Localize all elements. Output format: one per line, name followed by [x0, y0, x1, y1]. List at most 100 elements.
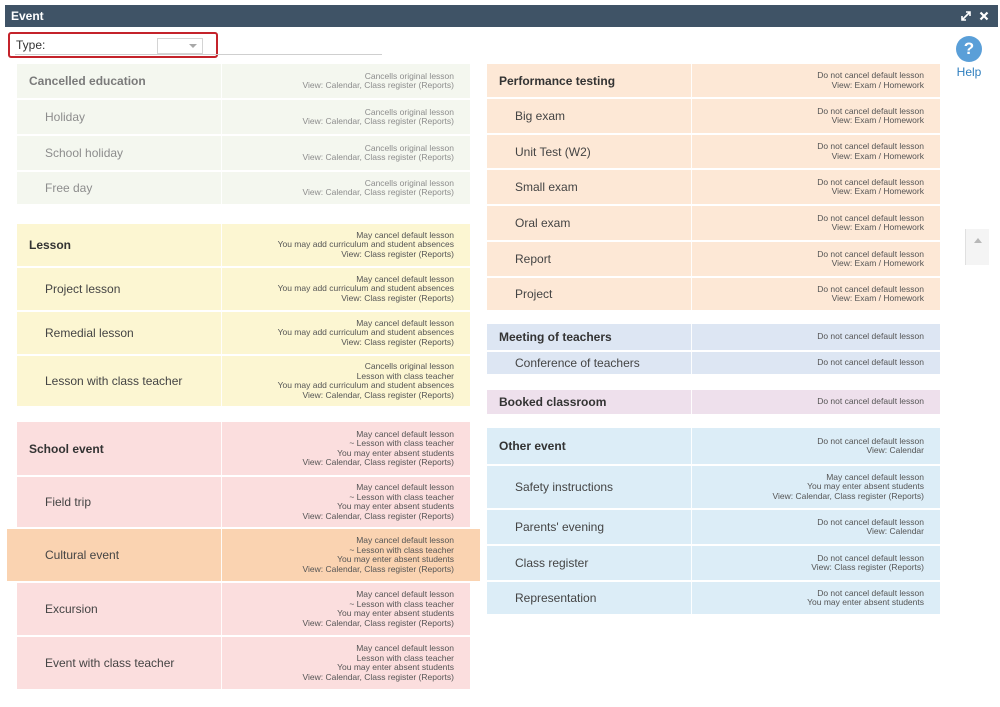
event-type-description: Do not cancel default lesson View: Exam /…: [691, 99, 940, 133]
description-line: View: Class register (Reports): [341, 248, 454, 259]
event-type-description: Cancells original lesson Lesson with clas…: [221, 356, 470, 406]
event-type-safety-instructions[interactable]: Safety instructions May cancel default le…: [487, 466, 940, 510]
event-type-description: Do not cancel default lesson: [691, 352, 940, 374]
description-line: View: Calendar, Class register (Reports): [302, 617, 455, 628]
event-type-label: Meeting of teachers: [499, 330, 612, 344]
event-type-description: Do not cancel default lesson View: Exam /…: [691, 278, 940, 310]
event-type-label: Booked classroom: [499, 395, 607, 409]
event-type-label: Other event: [499, 439, 566, 453]
description-line: View: Calendar: [866, 526, 925, 536]
event-type-label: Holiday: [45, 110, 86, 124]
event-type-label: Excursion: [45, 602, 98, 616]
description-line: View: Class register (Reports): [341, 336, 454, 347]
help-icon: ?: [956, 36, 982, 62]
event-type-description: Do not cancel default lesson View: Exam /…: [691, 206, 940, 240]
event-type-conference-of-teachers[interactable]: Conference of teachers Do not cancel defa…: [487, 352, 940, 376]
event-type-other-event[interactable]: Other event Do not cancel default lesson V…: [487, 428, 940, 466]
event-type-free-day[interactable]: Free day Cancells original lesson View: Ca…: [17, 172, 470, 206]
scroll-up-icon: [974, 238, 982, 243]
event-type-school-holiday[interactable]: School holiday Cancells original lesson Vi…: [17, 136, 470, 172]
event-group-other-event: Other event Do not cancel default lesson V…: [487, 428, 940, 616]
event-type-description: May cancel default lesson ~ Lesson with c…: [221, 583, 470, 635]
event-type-small-exam[interactable]: Small exam Do not cancel default lesson Vi…: [487, 170, 940, 206]
close-icon[interactable]: [976, 8, 992, 24]
event-type-lesson-with-class-teacher[interactable]: Lesson with class teacher Cancells origin…: [17, 356, 470, 408]
event-type-description: Cancells original lesson View: Calendar, …: [221, 172, 470, 204]
event-type-label: School holiday: [45, 146, 124, 160]
event-group-booked-classroom: Booked classroom Do not cancel default le…: [487, 390, 940, 416]
event-type-description: Do not cancel default lesson: [691, 324, 940, 350]
event-type-label: Remedial lesson: [45, 326, 134, 340]
description-line: View: Calendar, Class register (Reports): [302, 80, 455, 90]
description-line: View: Class register (Reports): [811, 562, 924, 572]
event-type-report[interactable]: Report Do not cancel default lesson View: …: [487, 242, 940, 278]
event-type-performance-testing[interactable]: Performance testing Do not cancel default…: [487, 64, 940, 99]
event-type-label: Representation: [515, 591, 597, 605]
event-type-school-event[interactable]: School event May cancel default lesson ~ L…: [17, 422, 470, 477]
event-type-project[interactable]: Project Do not cancel default lesson View:…: [487, 278, 940, 312]
event-type-label: Free day: [45, 181, 93, 195]
event-type-description: May cancel default lesson You may add cur…: [221, 268, 470, 310]
event-group-lesson: Lesson May cancel default lesson You may a…: [17, 224, 470, 408]
right-event-column: Performance testing Do not cancel default…: [487, 64, 940, 616]
event-type-description: Do not cancel default lesson View: Calend…: [691, 510, 940, 544]
chevron-down-icon: [189, 44, 197, 48]
event-type-description: Cancells original lesson View: Calendar, …: [221, 64, 470, 98]
event-type-label: Small exam: [515, 180, 578, 194]
event-type-meeting-of-teachers[interactable]: Meeting of teachers Do not cancel default…: [487, 324, 940, 352]
event-type-label: Class register: [515, 556, 589, 570]
event-type-event-with-class-teacher[interactable]: Event with class teacher May cancel defau…: [17, 637, 470, 691]
event-type-label: Big exam: [515, 109, 566, 123]
event-type-description: Do not cancel default lesson: [691, 390, 940, 414]
event-type-description: May cancel default lesson You may add cur…: [221, 312, 470, 354]
description-line: View: Calendar, Class register (Reports): [302, 187, 455, 197]
event-type-remedial-lesson[interactable]: Remedial lesson May cancel default lesson…: [17, 312, 470, 356]
description-line: View: Exam / Homework: [831, 222, 924, 232]
event-type-label: Safety instructions: [515, 480, 614, 494]
description-line: View: Calendar, Class register (Reports): [302, 510, 455, 521]
event-type-big-exam[interactable]: Big exam Do not cancel default lesson View…: [487, 99, 940, 135]
event-type-representation[interactable]: Representation Do not cancel default less…: [487, 582, 940, 616]
event-type-label: Cancelled education: [29, 74, 146, 88]
event-type-excursion[interactable]: Excursion May cancel default lesson ~ Less…: [17, 583, 470, 637]
event-type-project-lesson[interactable]: Project lesson May cancel default lesson Y…: [17, 268, 470, 312]
description-line: View: Exam / Homework: [831, 115, 924, 125]
description-line: Do not cancel default lesson: [817, 357, 924, 368]
event-type-label: Event with class teacher: [45, 656, 175, 670]
event-type-description: Cancells original lesson View: Calendar, …: [221, 136, 470, 170]
help-button[interactable]: ? Help: [954, 36, 984, 79]
event-type-lesson[interactable]: Lesson May cancel default lesson You may a…: [17, 224, 470, 268]
left-event-column: Cancelled education Cancells original les…: [7, 64, 480, 691]
event-type-field-trip[interactable]: Field trip May cancel default lesson ~ Les…: [17, 477, 470, 529]
description-line: View: Calendar, Class register (Reports): [302, 563, 455, 574]
event-type-label: Lesson: [29, 238, 72, 252]
event-dialog: Event Type: ? Help Cancelled education Ca…: [5, 5, 998, 707]
event-type-description: Do not cancel default lesson View: Exam /…: [691, 242, 940, 276]
description-line: View: Calendar: [866, 445, 925, 455]
description-line: You may enter absent students: [807, 597, 924, 607]
event-type-label: Report: [515, 252, 552, 266]
event-type-cultural-event[interactable]: Cultural event May cancel default lesson ~…: [7, 529, 480, 583]
event-type-label: Unit Test (W2): [515, 144, 591, 159]
description-line: View: Calendar, Class register (Reports): [772, 490, 925, 501]
description-line: Do not cancel default lesson: [817, 331, 924, 342]
event-type-class-register[interactable]: Class register Do not cancel default less…: [487, 546, 940, 582]
event-type-oral-exam[interactable]: Oral exam Do not cancel default lesson Vie…: [487, 206, 940, 242]
event-type-description: Cancells original lesson View: Calendar, …: [221, 100, 470, 134]
event-type-unit-test-w2[interactable]: Unit Test (W2) Do not cancel default less…: [487, 135, 940, 170]
event-type-holiday[interactable]: Holiday Cancells original lesson View: Cal…: [17, 100, 470, 136]
type-select[interactable]: [157, 38, 203, 54]
scrollbar[interactable]: [965, 229, 989, 265]
event-type-label: Parents' evening: [515, 520, 605, 534]
event-type-cancelled-education[interactable]: Cancelled education Cancells original les…: [17, 64, 470, 100]
event-type-label: Conference of teachers: [515, 356, 640, 370]
event-type-description: May cancel default lesson You may enter a…: [691, 466, 940, 508]
dialog-title: Event: [11, 9, 44, 23]
description-line: View: Calendar, Class register (Reports): [302, 671, 455, 682]
event-group-performance-testing: Performance testing Do not cancel default…: [487, 64, 940, 312]
event-type-booked-classroom[interactable]: Booked classroom Do not cancel default le…: [487, 390, 940, 416]
maximize-icon[interactable]: [958, 8, 974, 24]
event-type-parents-evening[interactable]: Parents' evening Do not cancel default le…: [487, 510, 940, 546]
event-type-label: Lesson with class teacher: [45, 374, 183, 388]
description-line: View: Exam / Homework: [831, 186, 924, 196]
